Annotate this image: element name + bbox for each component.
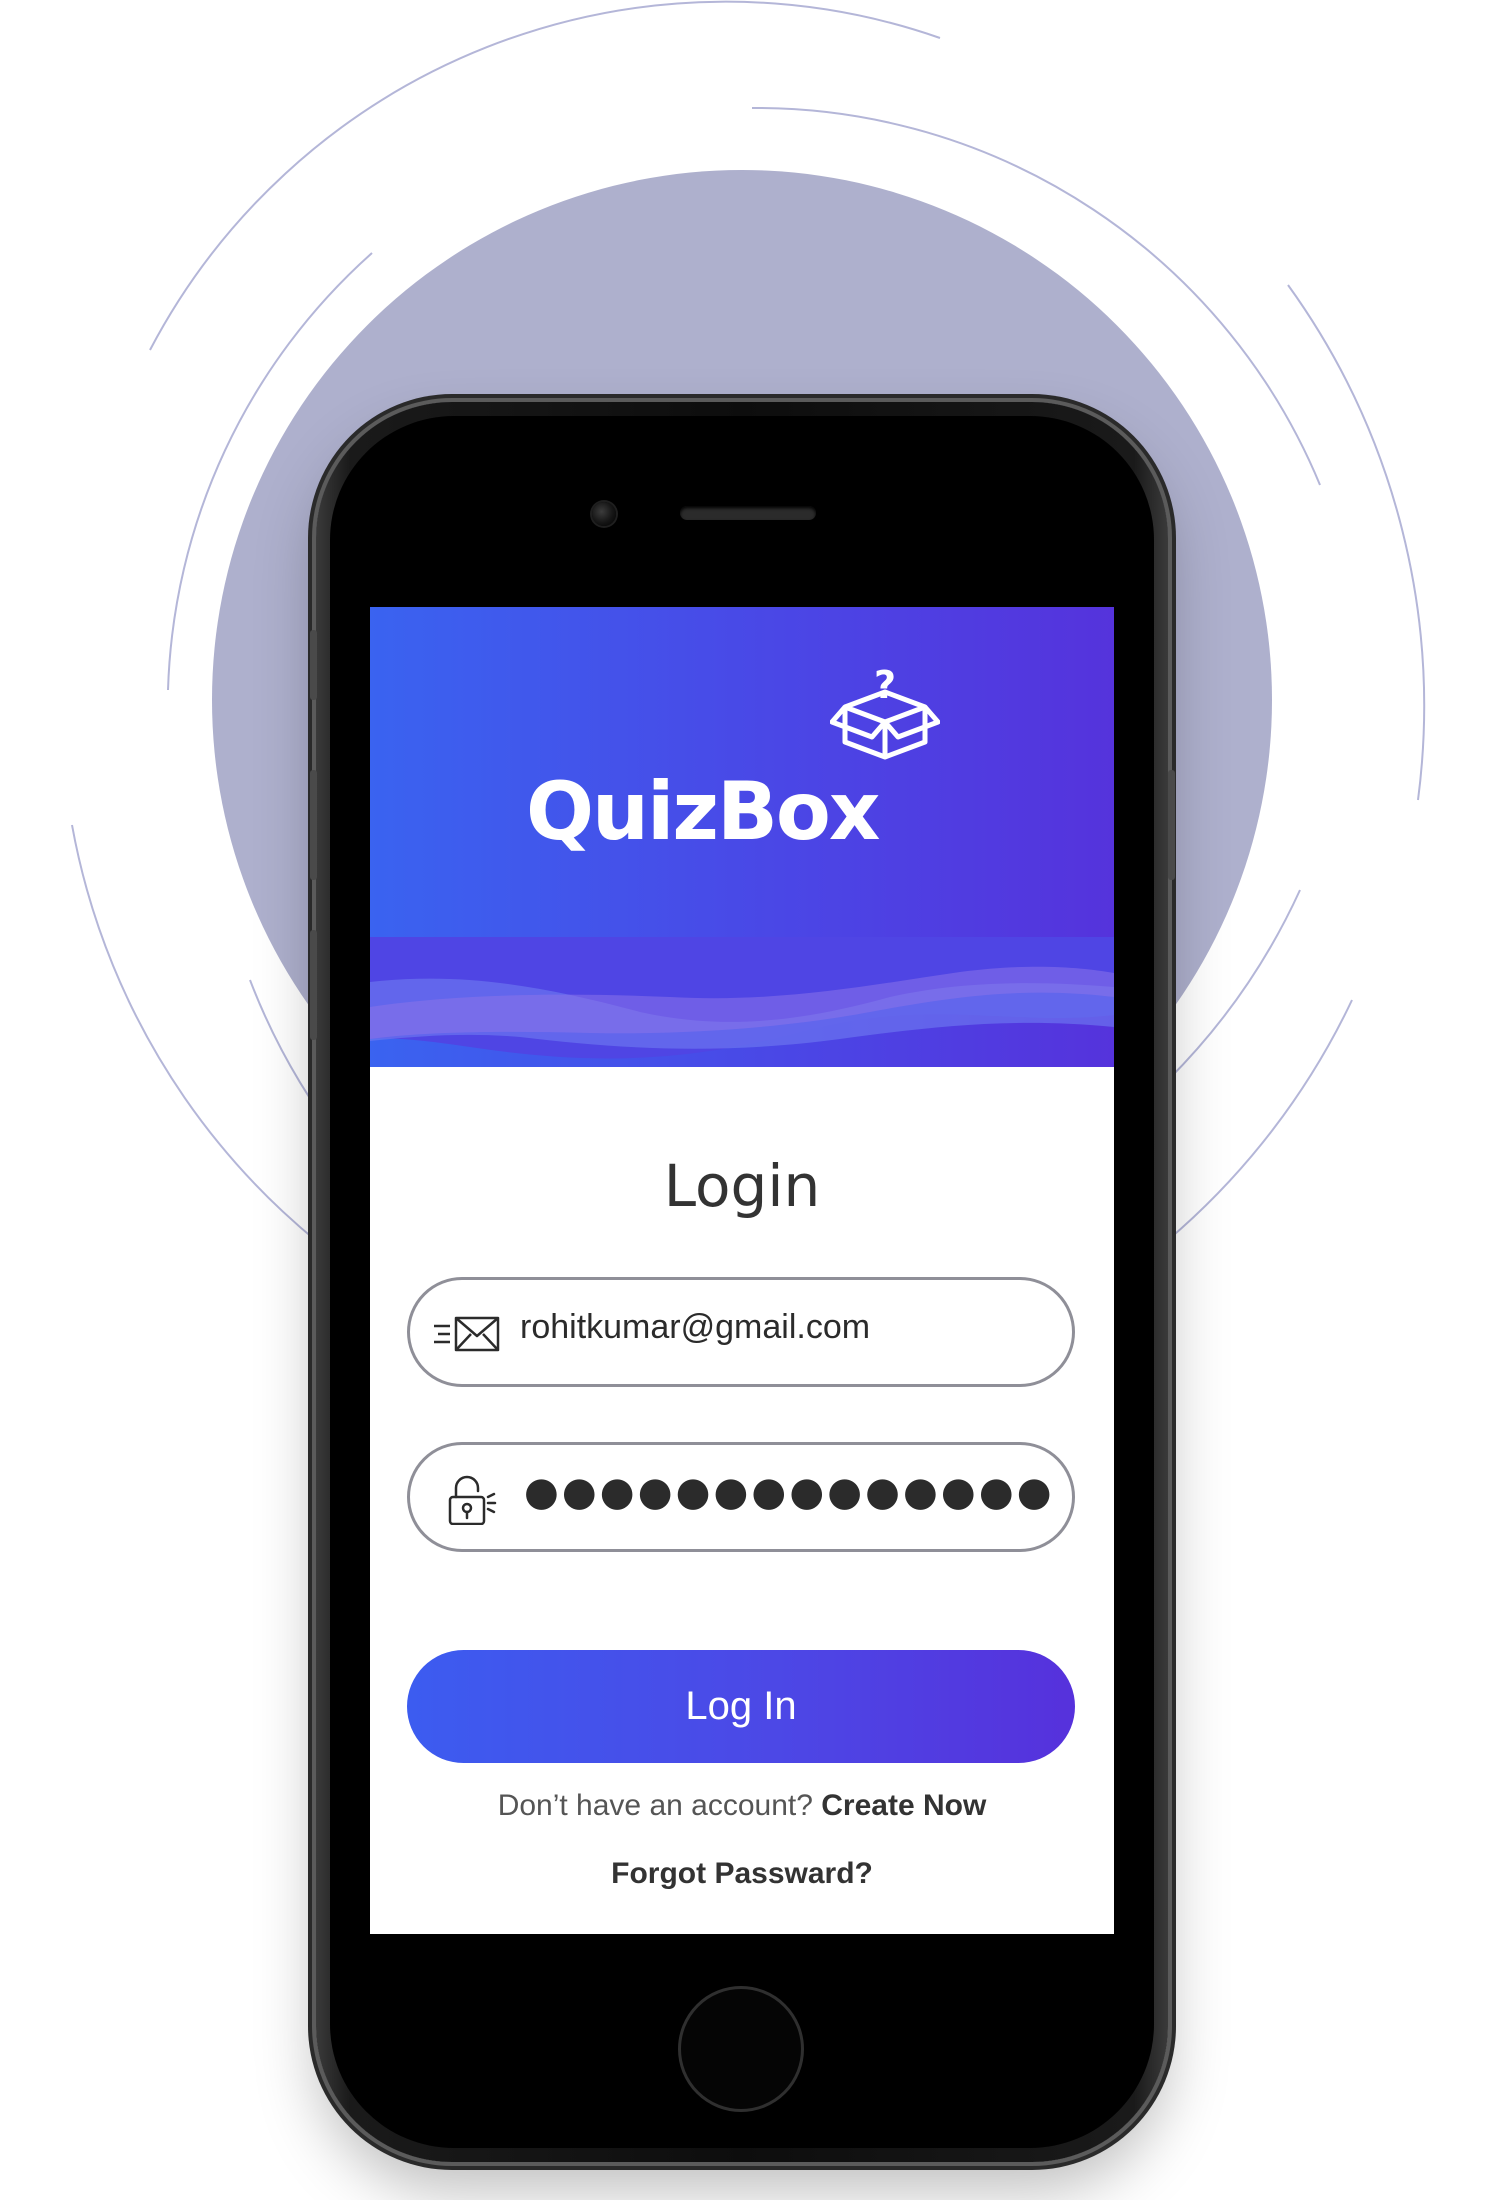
phone-side-button [310, 770, 317, 880]
phone-side-button [310, 930, 317, 1040]
quizbox-logo: ? QuizBox [526, 662, 960, 862]
login-title: Login [663, 1152, 821, 1220]
header-wave [370, 937, 1114, 1059]
brand-name: QuizBox [526, 765, 880, 858]
front-camera [592, 502, 616, 526]
signup-prompt-text: Don’t have an account? [497, 1789, 813, 1822]
phone-side-button [310, 630, 317, 700]
home-button[interactable] [678, 1986, 804, 2112]
password-field[interactable]: ●●●●●●●●●●●●●● [407, 1442, 1075, 1552]
create-now-link[interactable]: Create Now [821, 1789, 986, 1822]
app-screen: ? QuizBox Login rohitkumar@gmail.com ●●●… [370, 607, 1114, 1934]
password-input-value[interactable]: ●●●●●●●●●●●●●● [524, 1469, 1055, 1515]
email-field[interactable]: rohitkumar@gmail.com [407, 1277, 1075, 1387]
box-question-mark: ? [874, 663, 896, 707]
signup-prompt: Don’t have an account? Create Now [370, 1789, 1114, 1823]
email-icon [434, 1316, 500, 1352]
phone-side-button [1168, 770, 1175, 880]
earpiece-speaker [680, 506, 816, 520]
box-icon: ? [830, 663, 940, 760]
orbit-arc [1287, 284, 1426, 801]
forgot-password-link[interactable]: Forgot Passward? [370, 1857, 1114, 1891]
orbit-arc [1167, 999, 1353, 1241]
unlock-icon [448, 1475, 497, 1525]
login-button[interactable]: Log In [407, 1650, 1075, 1763]
email-input-value[interactable]: rohitkumar@gmail.com [520, 1308, 870, 1347]
